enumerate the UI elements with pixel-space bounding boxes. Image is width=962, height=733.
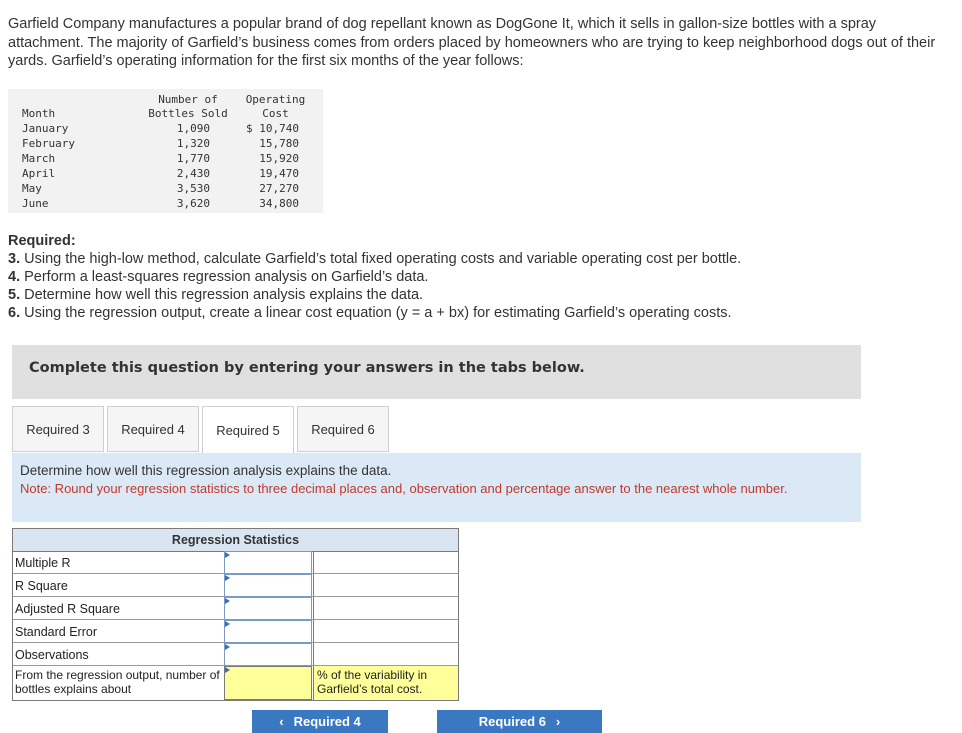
adjusted-r-square-input[interactable] bbox=[224, 597, 312, 620]
variability-suffix: % of the variability in Garfield’s total… bbox=[317, 668, 428, 696]
op-cell-cost: 19,470 bbox=[259, 167, 299, 180]
standard-error-input[interactable] bbox=[224, 620, 312, 643]
rounding-note: Note: Round your regression statistics t… bbox=[20, 481, 788, 496]
op-cell-month: January bbox=[22, 122, 69, 135]
table-row: Adjusted R Square bbox=[13, 597, 458, 620]
chevron-left-icon: ‹ bbox=[279, 714, 284, 729]
regression-statistics-table: Regression Statistics Multiple R R Squar… bbox=[12, 528, 459, 701]
instruction-text: Complete this question by entering your … bbox=[29, 360, 585, 376]
required-item: 4. Perform a least-squares regression an… bbox=[8, 269, 429, 285]
op-cell-month: June bbox=[22, 197, 49, 210]
op-cell-cost: 15,780 bbox=[259, 137, 299, 150]
r-square-input[interactable] bbox=[224, 574, 312, 597]
tab-required-4[interactable]: Required 4 bbox=[107, 406, 199, 452]
next-required-6-button[interactable]: Required 6 › bbox=[437, 710, 602, 733]
tab-required-5[interactable]: Required 5 bbox=[202, 406, 294, 454]
op-cell-cost: 34,800 bbox=[259, 197, 299, 210]
chevron-right-icon: › bbox=[555, 714, 561, 729]
header-bottles: Number of Bottles Sold bbox=[148, 93, 228, 120]
op-cell-cost: 15,920 bbox=[259, 152, 299, 165]
header-cost: Operating Cost bbox=[245, 93, 306, 120]
header-month: Month bbox=[22, 107, 56, 120]
required-item: 3. Using the high-low method, calculate … bbox=[8, 251, 742, 267]
multiple-r-label: Multiple R bbox=[15, 556, 71, 570]
op-cell-bottles: 1,320 bbox=[176, 137, 210, 150]
op-cell-bottles: 2,430 bbox=[176, 167, 210, 180]
required-item: 5. Determine how well this regression an… bbox=[8, 287, 424, 303]
table-row: R Square bbox=[13, 574, 458, 597]
op-cell-cost: $ 10,740 bbox=[246, 122, 299, 135]
r-square-label: R Square bbox=[15, 579, 68, 593]
table-row: From the regression output, number of bo… bbox=[13, 666, 458, 700]
tab-required-3[interactable]: Required 3 bbox=[12, 406, 104, 452]
variability-percent-input[interactable] bbox=[224, 666, 312, 700]
op-cell-bottles: 3,530 bbox=[176, 182, 210, 195]
previous-required-4-button[interactable]: ‹ Required 4 bbox=[252, 710, 388, 733]
table-row: Standard Error bbox=[13, 620, 458, 643]
question-prompt: Determine how well this regression analy… bbox=[12, 453, 861, 522]
instruction-banner: Complete this question by entering your … bbox=[12, 345, 861, 399]
op-cell-bottles: 3,620 bbox=[176, 197, 210, 210]
required-item: 6. Using the regression output, create a… bbox=[8, 305, 732, 321]
variability-label: From the regression output, number of bo… bbox=[15, 668, 220, 696]
table-row: Multiple R bbox=[13, 551, 458, 574]
tab-required-6[interactable]: Required 6 bbox=[297, 406, 389, 452]
adjusted-r-square-label: Adjusted R Square bbox=[15, 602, 120, 616]
op-cell-month: February bbox=[22, 137, 75, 150]
multiple-r-input[interactable] bbox=[224, 551, 312, 574]
regression-table-title: Regression Statistics bbox=[13, 529, 458, 552]
required-section: Required: 3. Using the high-low method, … bbox=[8, 232, 741, 322]
problem-intro: Garfield Company manufactures a popular … bbox=[8, 16, 936, 69]
table-row: Observations bbox=[13, 643, 458, 666]
op-cell-month: April bbox=[22, 167, 56, 180]
op-cell-bottles: 1,090 bbox=[176, 122, 210, 135]
op-cell-bottles: 1,770 bbox=[176, 152, 210, 165]
op-cell-month: March bbox=[22, 152, 56, 165]
required-title: Required: bbox=[8, 233, 76, 249]
standard-error-label: Standard Error bbox=[15, 625, 97, 639]
op-cell-cost: 27,270 bbox=[259, 182, 299, 195]
observations-input[interactable] bbox=[224, 643, 312, 666]
prompt-text: Determine how well this regression analy… bbox=[20, 463, 392, 478]
op-cell-month: May bbox=[22, 182, 42, 195]
observations-label: Observations bbox=[15, 648, 89, 662]
operating-data-table: Number of Bottles Sold Operating Cost Mo… bbox=[8, 89, 323, 213]
